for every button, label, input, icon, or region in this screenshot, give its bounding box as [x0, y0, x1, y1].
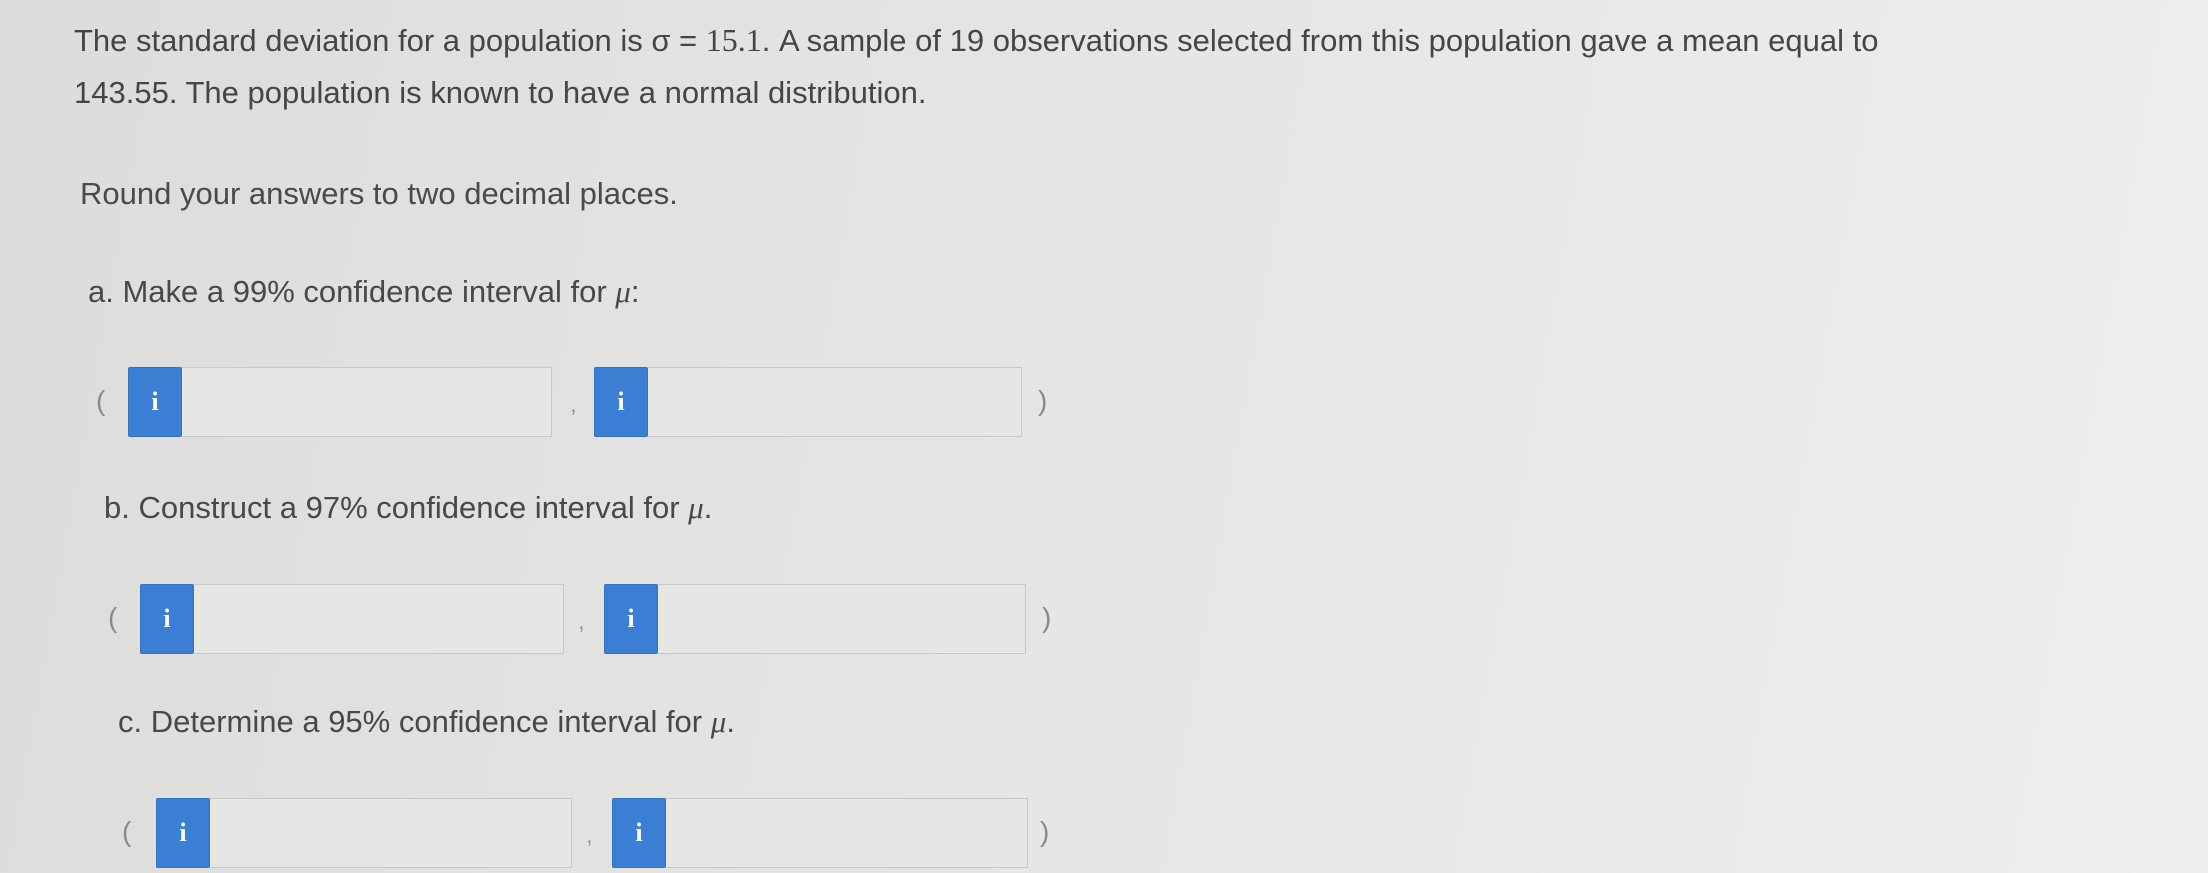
- sigma-value: 15.1: [705, 22, 762, 58]
- comma-separator: ,: [570, 391, 577, 418]
- part-a-interval: ( i , i ): [96, 367, 1056, 437]
- open-paren: (: [108, 602, 118, 633]
- problem-line2: 143.55. The population is known to have …: [74, 75, 927, 110]
- part-b-interval: ( i , i ): [108, 584, 1068, 654]
- part-a-lower-input[interactable]: [182, 367, 552, 437]
- part-b-upper-input[interactable]: [658, 584, 1026, 654]
- mu-symbol: μ: [710, 704, 727, 739]
- info-icon[interactable]: i: [612, 798, 666, 868]
- info-icon[interactable]: i: [140, 584, 194, 654]
- part-b-lower-input[interactable]: [194, 584, 564, 654]
- part-a-text: a. Make a 99% confidence interval for: [88, 274, 616, 309]
- part-a-punct: :: [630, 274, 640, 309]
- close-paren: ): [1040, 816, 1050, 847]
- problem-line1-mid: . A sample of: [761, 23, 950, 58]
- info-icon[interactable]: i: [604, 584, 658, 654]
- rounding-instructions: Round your answers to two decimal places…: [80, 176, 678, 211]
- part-c-lower-input[interactable]: [210, 798, 572, 868]
- comma-separator: ,: [578, 608, 585, 635]
- close-paren: ): [1042, 602, 1052, 633]
- part-c-label: c. Determine a 95% confidence interval f…: [118, 704, 735, 740]
- info-icon[interactable]: i: [594, 367, 648, 437]
- problem-line1-post: observations selected from this populati…: [984, 23, 1879, 58]
- part-c-upper-input[interactable]: [666, 798, 1028, 868]
- problem-statement: The standard deviation for a population …: [74, 14, 2114, 119]
- mu-symbol: μ: [615, 274, 631, 309]
- part-b-text: b. Construct a 97% confidence interval f…: [104, 490, 689, 525]
- part-a-upper-input[interactable]: [648, 367, 1022, 437]
- comma-separator: ,: [586, 822, 593, 849]
- problem-line1-pre: The standard deviation for a population …: [74, 23, 706, 58]
- part-b-label: b. Construct a 97% confidence interval f…: [104, 490, 712, 526]
- part-a-label: a. Make a 99% confidence interval for μ:: [88, 274, 639, 310]
- open-paren: (: [96, 385, 106, 416]
- part-c-interval: ( i , i ): [122, 798, 1062, 868]
- part-c-punct: .: [726, 704, 735, 739]
- mu-symbol: μ: [688, 490, 704, 525]
- info-icon[interactable]: i: [128, 367, 182, 437]
- homework-page: The standard deviation for a population …: [0, 0, 2208, 873]
- part-c-text: c. Determine a 95% confidence interval f…: [118, 704, 711, 739]
- open-paren: (: [122, 816, 132, 847]
- close-paren: ): [1038, 385, 1048, 416]
- sample-size: 19: [949, 23, 985, 58]
- part-b-punct: .: [703, 490, 713, 525]
- info-icon[interactable]: i: [156, 798, 210, 868]
